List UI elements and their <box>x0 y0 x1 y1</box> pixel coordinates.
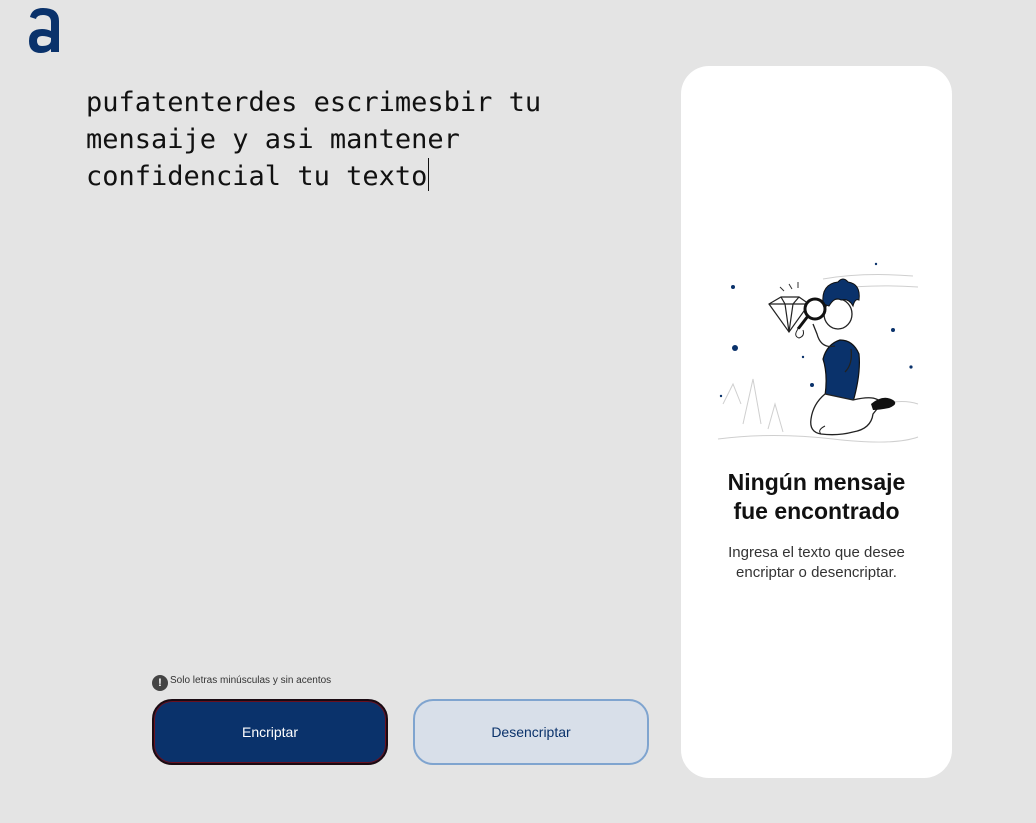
input-hint: ! Solo letras minúsculas y sin acentos <box>152 674 331 691</box>
person-with-magnifier-illustration <box>717 262 919 443</box>
decrypt-button[interactable]: Desencriptar <box>413 699 649 765</box>
panel-title-line1: Ningún mensaje <box>727 469 906 495</box>
alura-logo-icon <box>29 8 59 53</box>
panel-desc-line2: encriptar o desencriptar. <box>736 564 897 581</box>
message-text: pufatenterdes escrimesbir tu mensaije y … <box>86 87 558 192</box>
output-panel: Ningún mensaje fue encontrado Ingresa el… <box>681 66 952 778</box>
hint-text: Solo letras minúsculas y sin acentos <box>170 675 332 686</box>
panel-desc-line1: Ingresa el texto que desee <box>728 544 905 561</box>
exclamation-icon: ! <box>152 675 168 691</box>
panel-description: Ingresa el texto que desee encriptar o d… <box>701 543 932 583</box>
panel-title-line2: fue encontrado <box>733 498 900 524</box>
message-input[interactable]: pufatenterdes escrimesbir tu mensaije y … <box>86 84 646 624</box>
encrypt-button[interactable]: Encriptar <box>152 699 388 765</box>
text-caret <box>428 158 430 191</box>
panel-title: Ningún mensaje fue encontrado <box>681 468 952 526</box>
